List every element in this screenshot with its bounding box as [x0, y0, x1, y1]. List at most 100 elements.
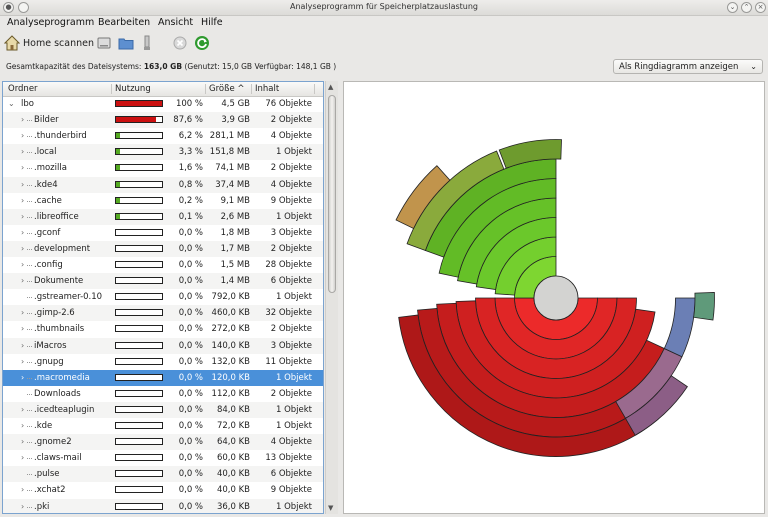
column-header-size[interactable]: Größe ^	[209, 84, 245, 94]
expander-icon[interactable]: ›	[21, 163, 24, 172]
table-row[interactable]: › .gnupg 0,0 % 132,0 KB 11 Objekte	[3, 354, 323, 370]
expander-icon[interactable]: ›	[21, 115, 24, 124]
table-row[interactable]: › .cache 0,2 % 9,1 MB 9 Objekte	[3, 193, 323, 209]
menu-hilfe[interactable]: Hilfe	[201, 17, 223, 28]
scan-remote-button[interactable]	[141, 34, 153, 52]
row-size: 37,4 MB	[215, 179, 250, 190]
row-size: 1,7 MB	[220, 243, 250, 254]
table-row[interactable]: ⌄ lbo 100 % 4,5 GB 76 Objekte	[3, 96, 323, 112]
row-percent: 0,0 %	[178, 469, 203, 480]
scan-folder-button[interactable]	[118, 34, 134, 52]
ring-chart-pane[interactable]	[343, 81, 765, 514]
expander-icon[interactable]: ›	[21, 180, 24, 189]
table-row[interactable]: .pulse 0,0 % 40,0 KB 6 Objekte	[3, 466, 323, 483]
expander-icon[interactable]: ›	[21, 308, 24, 317]
scrollbar-thumb[interactable]	[328, 95, 336, 293]
scroll-up-icon[interactable]: ▲	[328, 83, 333, 91]
menu-bearbeiten[interactable]: Bearbeiten	[98, 17, 150, 28]
expander-icon[interactable]: ›	[21, 373, 24, 382]
expander-icon[interactable]: ›	[21, 437, 24, 446]
table-row[interactable]: Downloads 0,0 % 112,0 KB 2 Objekte	[3, 386, 323, 402]
row-name: iMacros	[34, 340, 67, 351]
row-count: 2 Objekte	[270, 163, 312, 174]
table-row[interactable]: › .gimp-2.6 0,0 % 460,0 KB 32 Objekte	[3, 305, 323, 322]
close-icon[interactable]: ×	[755, 2, 766, 13]
row-name: .kde	[34, 421, 53, 431]
row-size: 792,0 KB	[211, 292, 250, 303]
expander-icon[interactable]: ›	[21, 453, 24, 462]
row-name: .xchat2	[34, 485, 66, 496]
sort-ascending-icon: ^	[237, 84, 245, 94]
ring-chart[interactable]	[344, 82, 764, 513]
expanded-icon[interactable]: ⌄	[8, 99, 15, 108]
expander-icon[interactable]: ›	[21, 405, 24, 414]
table-row[interactable]: › development 0,0 % 1,7 MB 2 Objekte	[3, 240, 323, 257]
expander-icon[interactable]: ›	[21, 341, 24, 350]
column-header-content[interactable]: Inhalt	[255, 84, 279, 94]
table-row[interactable]: › .gconf 0,0 % 1,8 MB 3 Objekte	[3, 225, 323, 241]
home-scan-button[interactable]: Home scannen	[4, 34, 94, 52]
expander-icon[interactable]: ›	[21, 244, 24, 253]
scroll-down-icon[interactable]: ▼	[328, 504, 333, 512]
menu-bar: Analyseprogramm Bearbeiten Ansicht Hilfe	[0, 15, 768, 31]
menu-ansicht[interactable]: Ansicht	[158, 17, 193, 28]
table-row[interactable]: .gstreamer-0.10 0,0 % 792,0 KB 1 Objekt	[3, 289, 323, 305]
folder-tree[interactable]: Ordner Nutzung Größe ^ Inhalt ⌄ lbo 100 % 4…	[2, 81, 324, 514]
stop-button[interactable]	[172, 34, 188, 52]
table-row[interactable]: › .thumbnails 0,0 % 272,0 KB 2 Objekte	[3, 321, 323, 337]
capacity-suffix: (Genutzt: 15,0 GB Verfügbar: 148,1 GB )	[184, 62, 337, 71]
refresh-button[interactable]	[194, 34, 210, 52]
table-row[interactable]: › .claws-mail 0,0 % 60,0 KB 13 Objekte	[3, 450, 323, 466]
column-header-folder[interactable]: Ordner	[8, 84, 38, 94]
table-row[interactable]: › Bilder 87,6 % 3,9 GB 2 Objekte	[3, 112, 323, 129]
tree-line	[27, 232, 32, 234]
expander-icon[interactable]: ›	[21, 147, 24, 156]
usage-bar	[115, 309, 163, 317]
expander-icon[interactable]: ›	[21, 228, 24, 237]
expander-icon[interactable]: ›	[21, 276, 24, 285]
table-row[interactable]: › .icedteaplugin 0,0 % 84,0 KB 1 Objekt	[3, 401, 323, 418]
tree-line	[27, 265, 32, 266]
row-count: 2 Objekte	[270, 388, 312, 399]
usage-bar	[115, 196, 163, 204]
table-row[interactable]: › .libreoffice 0,1 % 2,6 MB 1 Objekt	[3, 208, 323, 225]
table-row[interactable]: › Dokumente 0,0 % 1,4 MB 6 Objekte	[3, 273, 323, 290]
table-row[interactable]: › iMacros 0,0 % 140,0 KB 3 Objekte	[3, 337, 323, 354]
expander-icon[interactable]: ›	[21, 421, 24, 430]
expander-icon[interactable]: ›	[21, 485, 24, 494]
expander-icon[interactable]: ›	[21, 196, 24, 205]
row-count: 1 Objekt	[275, 147, 312, 158]
table-row[interactable]: › .local 3,3 % 151,8 MB 1 Objekt	[3, 144, 323, 161]
view-mode-select[interactable]: Als Ringdiagramm anzeigen ⌄	[613, 59, 763, 74]
ring-center[interactable]	[533, 275, 579, 321]
ring-segment[interactable]	[693, 292, 715, 321]
expander-icon[interactable]: ›	[21, 212, 24, 221]
expander-icon[interactable]: ›	[21, 357, 24, 366]
usage-bar	[115, 277, 163, 285]
table-row[interactable]: › .pki 0,0 % 36,0 KB 1 Objekt	[3, 498, 323, 513]
maximize-icon[interactable]: ⌃	[741, 2, 752, 13]
table-row[interactable]: › .gnome2 0,0 % 64,0 KB 4 Objekte	[3, 434, 323, 451]
table-row[interactable]: › .kde4 0,8 % 37,4 MB 4 Objekte	[3, 176, 323, 193]
table-row[interactable]: › .macromedia 0,0 % 120,0 KB 1 Objekt	[3, 369, 323, 386]
header-separator	[205, 84, 206, 94]
expander-icon[interactable]: ›	[21, 324, 24, 333]
ring-segment[interactable]	[663, 297, 696, 358]
row-count: 1 Objekt	[275, 501, 312, 512]
table-row[interactable]: › .thunderbird 6,2 % 281,1 MB 4 Objekte	[3, 128, 323, 144]
table-row[interactable]: › .mozilla 1,6 % 74,1 MB 2 Objekte	[3, 160, 323, 176]
usage-bar	[115, 164, 163, 172]
table-row[interactable]: › .xchat2 0,0 % 40,0 KB 9 Objekte	[3, 482, 323, 498]
expander-icon[interactable]: ›	[21, 131, 24, 140]
row-size: 84,0 KB	[216, 404, 250, 415]
expander-icon[interactable]: ›	[21, 502, 24, 511]
expander-icon[interactable]: ›	[21, 260, 24, 269]
table-row[interactable]: › .kde 0,0 % 72,0 KB 1 Objekt	[3, 418, 323, 434]
menu-analyseprogramm[interactable]: Analyseprogramm	[7, 17, 94, 28]
tree-header: Ordner Nutzung Größe ^ Inhalt	[3, 82, 323, 97]
minimize-icon[interactable]: ⌄	[727, 2, 738, 13]
column-header-usage[interactable]: Nutzung	[115, 84, 151, 94]
scan-disk-button[interactable]	[96, 34, 112, 52]
table-row[interactable]: › .config 0,0 % 1,5 MB 28 Objekte	[3, 257, 323, 273]
tree-scrollbar[interactable]: ▲ ▼	[325, 81, 338, 514]
